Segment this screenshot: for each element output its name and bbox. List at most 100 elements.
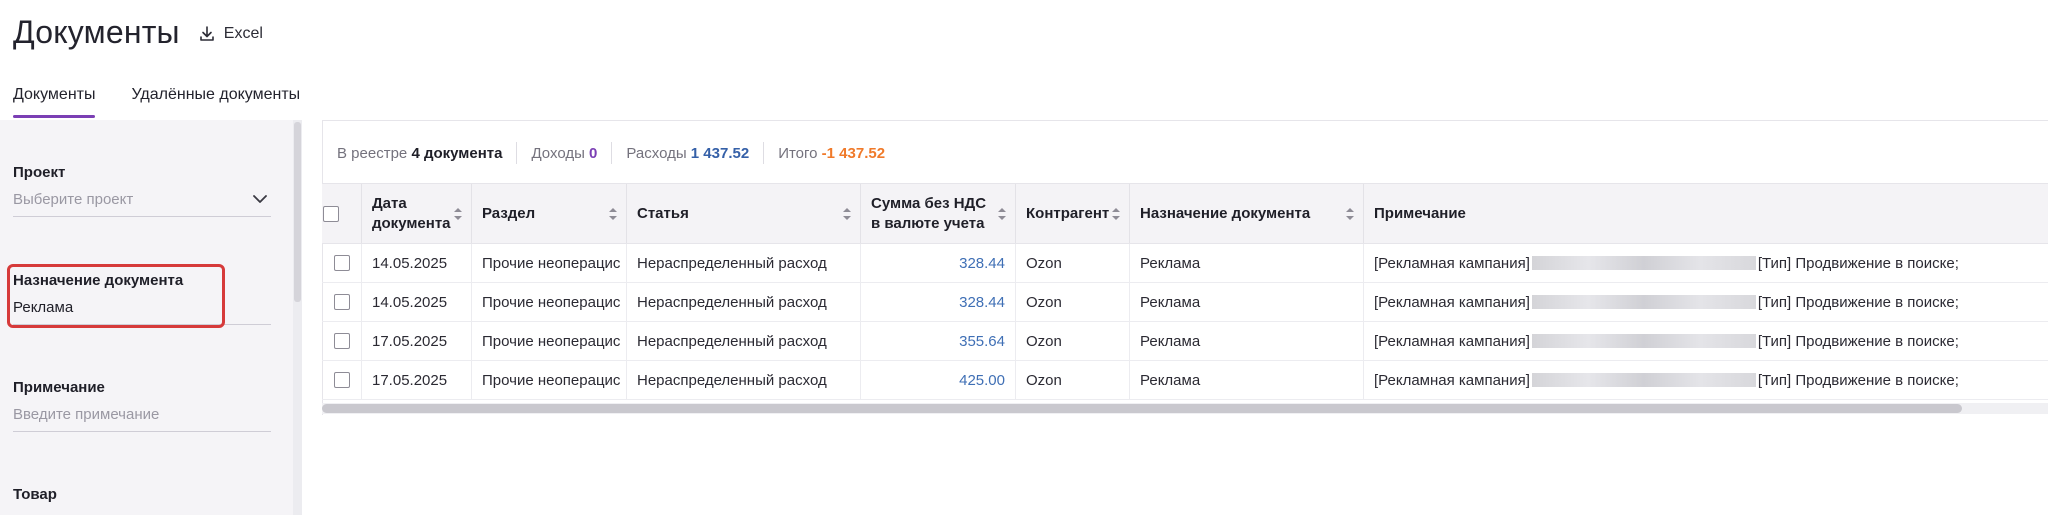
summary-registry: В реестре 4 документа: [337, 145, 502, 162]
table-row[interactable]: 14.05.2025 Прочие неоперацис Нераспредел…: [322, 244, 2048, 283]
tab-documents[interactable]: Документы: [13, 86, 96, 118]
project-label: Проект: [13, 164, 66, 181]
cell-note: [Рекламная кампания] [Тип] Продвижение в…: [1364, 361, 2048, 399]
row-checkbox[interactable]: [333, 255, 350, 271]
column-header-amount[interactable]: Сумма без НДС в валюте учета: [861, 184, 1016, 243]
select-all-checkbox[interactable]: [322, 205, 339, 222]
column-header-counterparty[interactable]: Контрагент: [1016, 184, 1130, 243]
download-icon: [199, 25, 214, 41]
note-placeholder: Введите примечание: [13, 406, 160, 423]
summary-divider: [611, 142, 613, 164]
sort-icon[interactable]: [842, 206, 852, 222]
column-header-label: Дата документа: [372, 194, 451, 232]
column-header-section[interactable]: Раздел: [472, 184, 627, 243]
summary-income: Доходы 0: [531, 145, 597, 162]
note-prefix: [Рекламная кампания]: [1374, 332, 1530, 350]
cell-note: [Рекламная кампания] [Тип] Продвижение в…: [1364, 322, 2048, 360]
cell-date: 14.05.2025: [362, 244, 472, 282]
cell-amount: 328.44: [861, 283, 1016, 321]
excel-export-button[interactable]: Excel: [198, 25, 263, 43]
cell-amount: 425.00: [861, 361, 1016, 399]
cell-article: Нераспределенный расход: [627, 283, 861, 321]
summary-total-value: -1 437.52: [821, 144, 886, 162]
cell-section: Прочие неоперацис: [472, 322, 627, 360]
note-filter: Примечание Введите примечание: [13, 379, 271, 432]
cell-counterparty: Ozon: [1016, 322, 1130, 360]
summary-expense-value: 1 437.52: [690, 144, 750, 162]
row-select-cell: [322, 361, 362, 399]
cell-purpose: Реклама: [1130, 322, 1364, 360]
table-row[interactable]: 14.05.2025 Прочие неоперацис Нераспредел…: [322, 283, 2048, 322]
sort-icon[interactable]: [608, 206, 618, 222]
column-header-date[interactable]: Дата документа: [362, 184, 472, 243]
registry-summary: В реестре 4 документа Доходы 0 Расходы 1…: [337, 142, 885, 164]
note-suffix: [Тип] Продвижение в поиске;: [1757, 293, 1959, 311]
note-suffix: [Тип] Продвижение в поиске;: [1757, 332, 1959, 350]
summary-registry-label: В реестре: [337, 144, 408, 162]
row-checkbox[interactable]: [333, 294, 350, 310]
cell-section: Прочие неоперацис: [472, 283, 627, 321]
column-header-label: Статья: [637, 204, 689, 222]
cell-date: 17.05.2025: [362, 322, 472, 360]
excel-label: Excel: [223, 24, 263, 42]
chevron-down-icon: [253, 195, 267, 203]
column-header-label: Назначение документа: [1140, 204, 1311, 222]
redacted-block: [1531, 256, 1756, 270]
column-header-article[interactable]: Статья: [627, 184, 861, 243]
summary-income-label: Доходы: [531, 144, 585, 162]
row-checkbox[interactable]: [333, 333, 350, 349]
note-input[interactable]: Введите примечание: [13, 406, 271, 432]
summary-expense-label: Расходы: [626, 144, 687, 162]
cell-counterparty: Ozon: [1016, 361, 1130, 399]
column-header-label: Сумма без НДС в валюте учета: [871, 194, 987, 232]
project-select[interactable]: Выберите проект: [13, 191, 271, 217]
highlight-box: [7, 264, 225, 328]
cell-counterparty: Ozon: [1016, 283, 1130, 321]
horizontal-scroll-thumb[interactable]: [322, 404, 1962, 413]
sort-icon[interactable]: [1111, 206, 1121, 222]
cell-date: 17.05.2025: [362, 361, 472, 399]
table-header: Дата документа Раздел Статья Сумма без Н…: [322, 183, 2048, 244]
redacted-block: [1531, 295, 1756, 309]
summary-divider: [516, 142, 518, 164]
cell-article: Нераспределенный расход: [627, 361, 861, 399]
cell-note: [Рекламная кампания] [Тип] Продвижение в…: [1364, 283, 2048, 321]
page-header: Документы Excel: [13, 14, 263, 51]
documents-table: Дата документа Раздел Статья Сумма без Н…: [322, 183, 2048, 400]
tab-deleted-documents[interactable]: Удалённые документы: [131, 86, 300, 118]
cell-article: Нераспределенный расход: [627, 322, 861, 360]
summary-registry-value: 4 документа: [411, 144, 503, 162]
redacted-block: [1531, 334, 1756, 348]
table-row[interactable]: 17.05.2025 Прочие неоперацис Нераспредел…: [322, 322, 2048, 361]
select-all-cell: [322, 184, 362, 243]
summary-total-label: Итого: [778, 144, 818, 162]
product-label: Товар: [13, 486, 57, 503]
cell-purpose: Реклама: [1130, 244, 1364, 282]
note-suffix: [Тип] Продвижение в поиске;: [1757, 371, 1959, 389]
project-filter: Проект Выберите проект: [13, 164, 271, 217]
table-row[interactable]: 17.05.2025 Прочие неоперацис Нераспредел…: [322, 361, 2048, 400]
sort-icon[interactable]: [453, 206, 463, 222]
column-header-purpose[interactable]: Назначение документа: [1130, 184, 1364, 243]
sort-icon[interactable]: [1345, 206, 1355, 222]
cell-purpose: Реклама: [1130, 283, 1364, 321]
summary-expense: Расходы 1 437.52: [626, 145, 749, 162]
cell-purpose: Реклама: [1130, 361, 1364, 399]
sort-icon[interactable]: [997, 206, 1007, 222]
page-title: Документы: [13, 14, 180, 50]
note-suffix: [Тип] Продвижение в поиске;: [1757, 254, 1959, 272]
sidebar-scroll-thumb[interactable]: [294, 122, 301, 302]
cell-counterparty: Ozon: [1016, 244, 1130, 282]
cell-section: Прочие неоперацис: [472, 361, 627, 399]
row-checkbox[interactable]: [333, 372, 350, 388]
cell-note: [Рекламная кампания] [Тип] Продвижение в…: [1364, 244, 2048, 282]
column-header-label: Контрагент: [1026, 204, 1110, 222]
cell-amount: 355.64: [861, 322, 1016, 360]
row-select-cell: [322, 283, 362, 321]
row-select-cell: [322, 244, 362, 282]
column-header-note[interactable]: Примечание: [1364, 184, 2048, 243]
column-header-label: Раздел: [482, 204, 536, 222]
summary-total: Итого -1 437.52: [778, 145, 885, 162]
note-prefix: [Рекламная кампания]: [1374, 293, 1530, 311]
content-top-divider: [322, 120, 2048, 121]
